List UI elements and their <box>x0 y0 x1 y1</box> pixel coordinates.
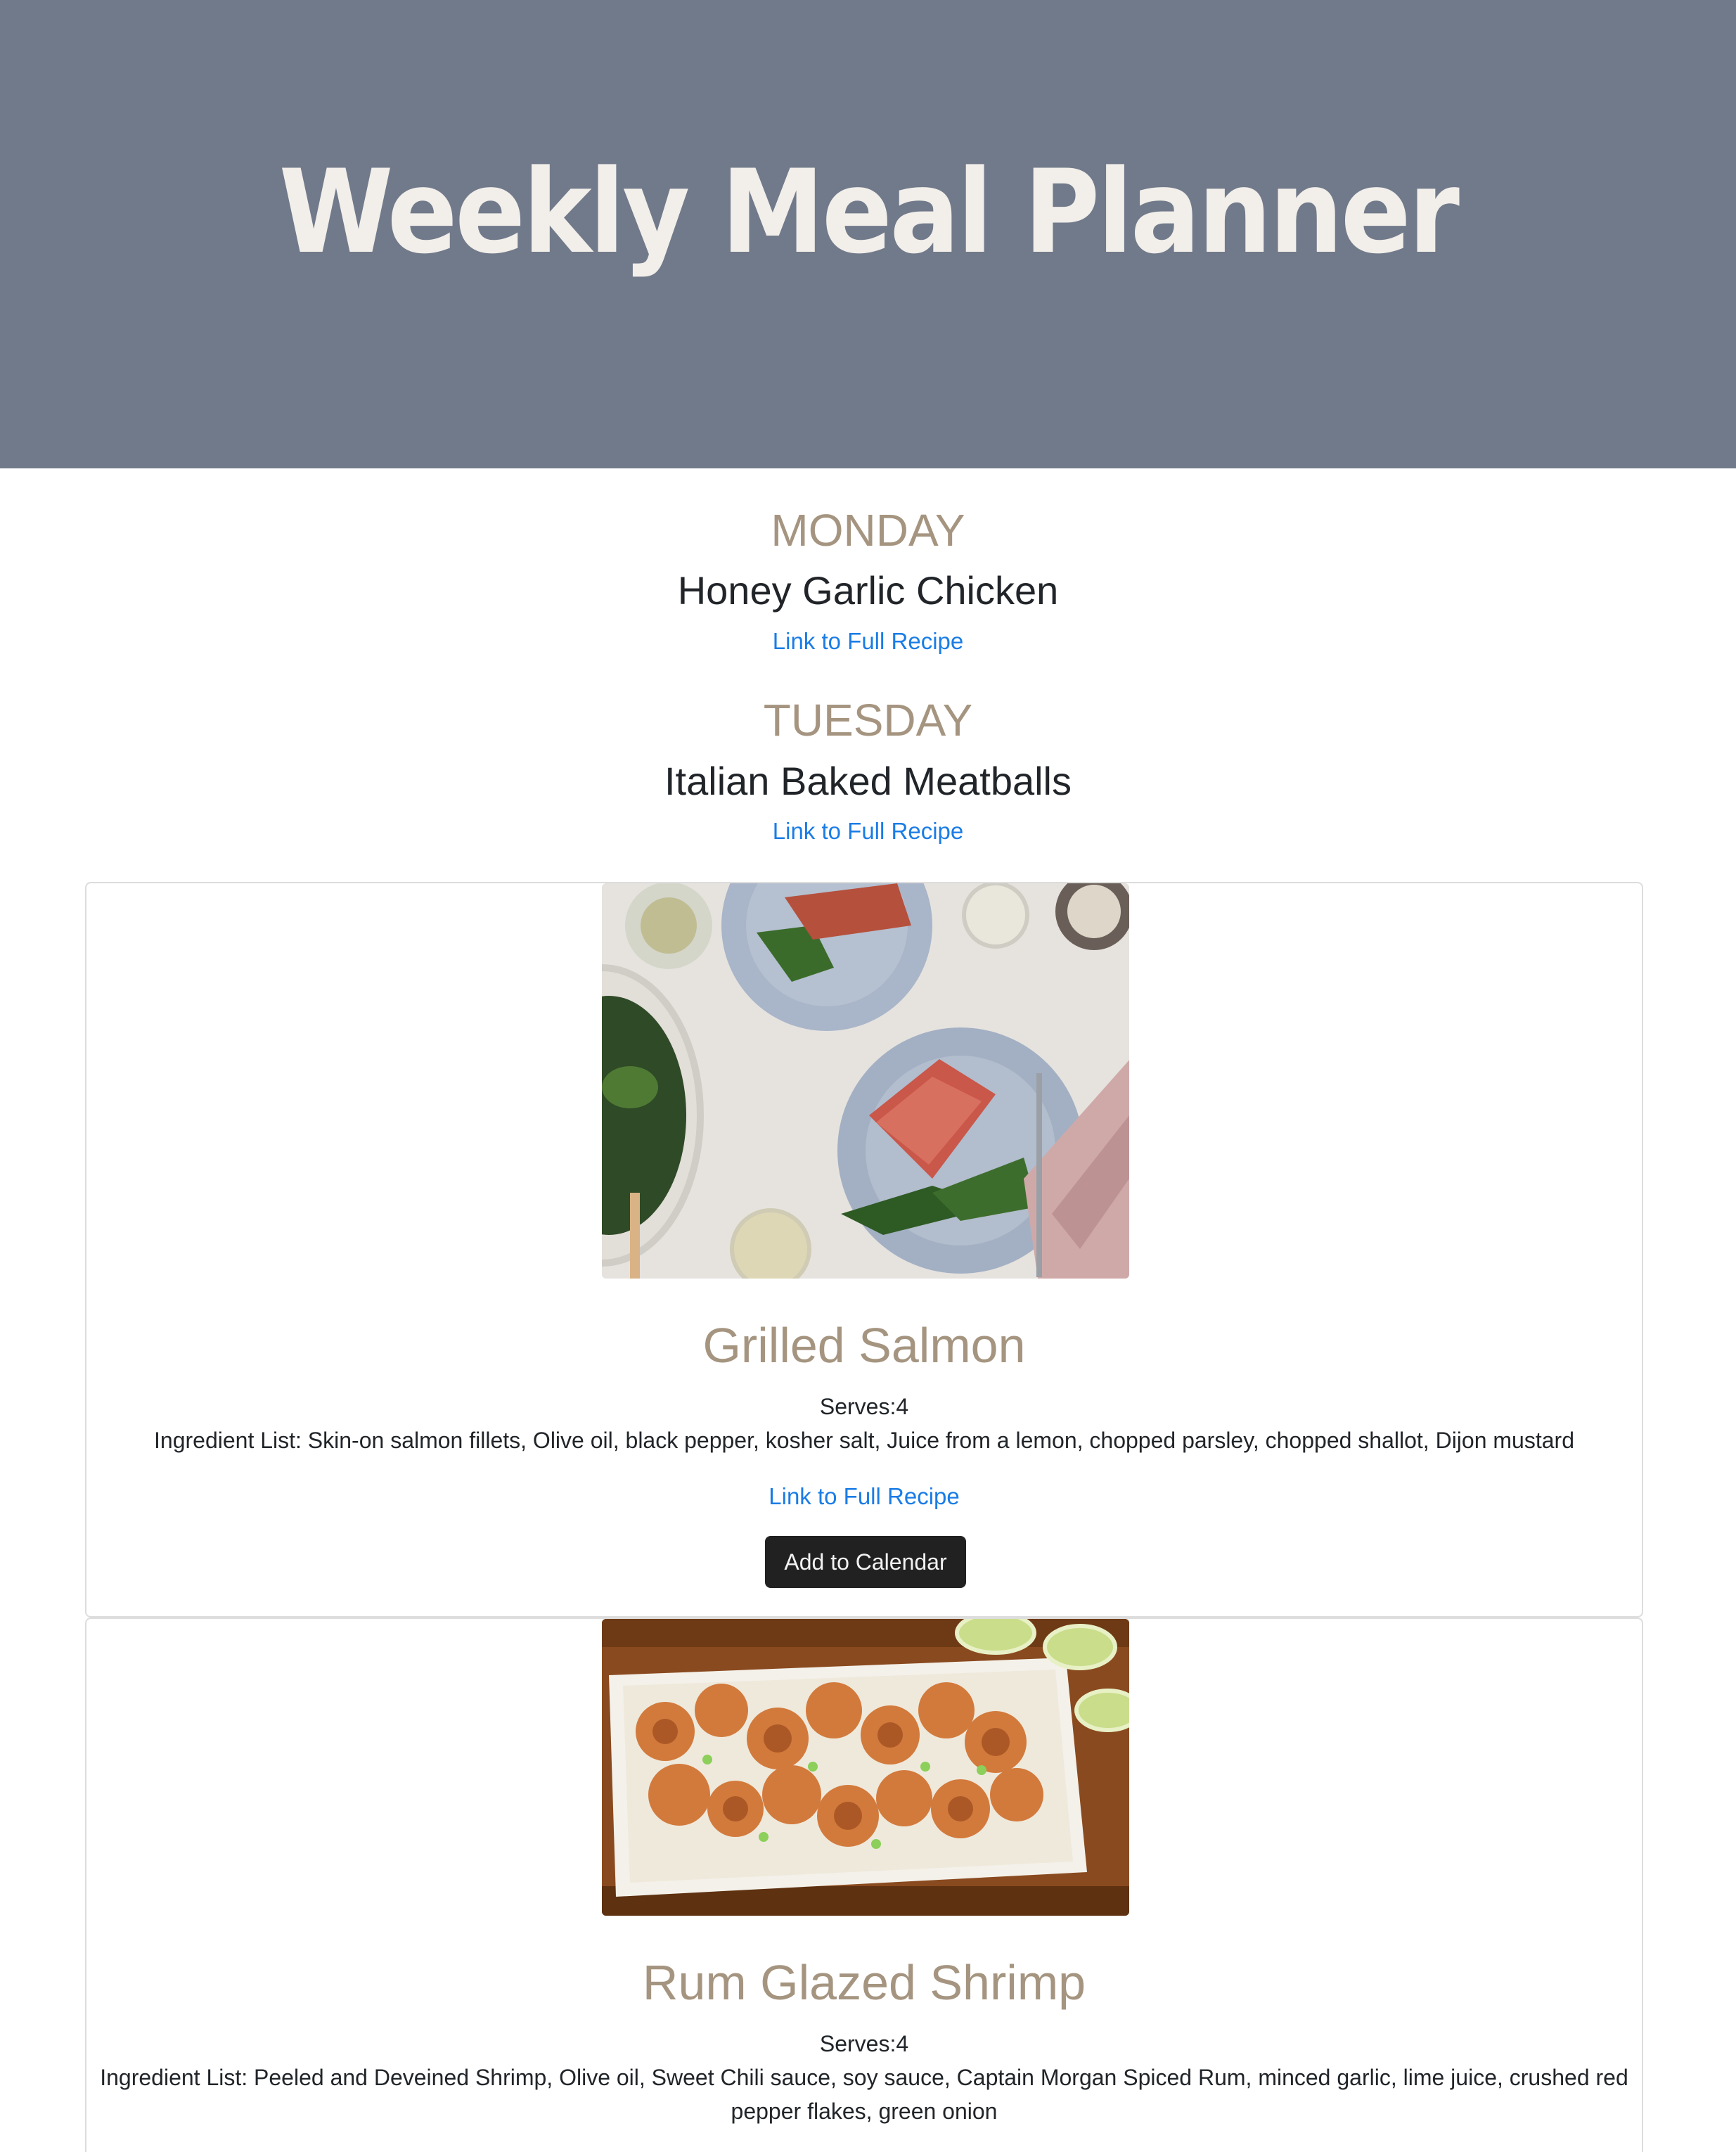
recipe-card-shrimp: Rum Glazed Shrimp Serves:4 Ingredient Li… <box>85 1618 1643 2152</box>
day-heading-tuesday: TUESDAY <box>763 695 973 745</box>
recipe-card-salmon: Grilled Salmon Serves:4 Ingredient List:… <box>85 882 1643 1618</box>
recipe-link-tuesday[interactable]: Link to Full Recipe <box>773 818 963 844</box>
card-title: Rum Glazed Shrimp <box>642 1955 1086 2010</box>
page-title: Weekly Meal Planner <box>278 145 1460 279</box>
meal-name-monday: Honey Garlic Chicken <box>677 568 1059 613</box>
meal-name-tuesday: Italian Baked Meatballs <box>664 759 1072 803</box>
recipe-link-monday[interactable]: Link to Full Recipe <box>773 628 963 654</box>
ingredient-list: Ingredient List: Peeled and Deveined Shr… <box>100 2065 1628 2124</box>
card-title: Grilled Salmon <box>702 1318 1026 1373</box>
recipe-link-row: Link to Full Recipe <box>0 629 1736 653</box>
serves-text: Serves:4 <box>819 1394 909 1419</box>
recipe-link-salmon[interactable]: Link to Full Recipe <box>769 1483 959 1509</box>
serves-text: Serves:4 <box>819 2031 909 2056</box>
add-to-calendar-button[interactable]: Add to Calendar <box>765 1536 966 1588</box>
ingredient-list: Ingredient List: Skin-on salmon fillets,… <box>154 1428 1574 1453</box>
hero-banner: Weekly Meal Planner <box>0 0 1736 468</box>
shrimp-image <box>602 1619 1129 1916</box>
salmon-image <box>602 883 1129 1279</box>
recipe-link-row: Link to Full Recipe <box>86 1485 1642 1508</box>
day-heading-monday: MONDAY <box>771 505 965 556</box>
recipe-link-row: Link to Full Recipe <box>0 819 1736 843</box>
